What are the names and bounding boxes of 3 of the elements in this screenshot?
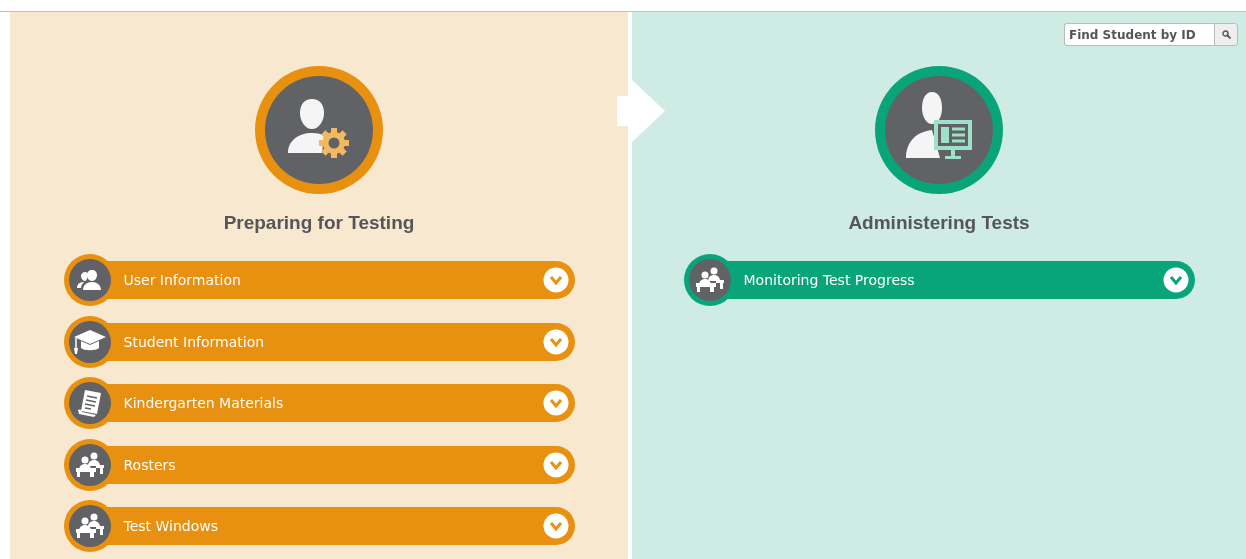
section-title: Preparing for Testing <box>223 212 415 234</box>
section-title: Administering Tests <box>848 212 1030 234</box>
search-field[interactable]: Find Student by ID <box>1064 23 1214 46</box>
